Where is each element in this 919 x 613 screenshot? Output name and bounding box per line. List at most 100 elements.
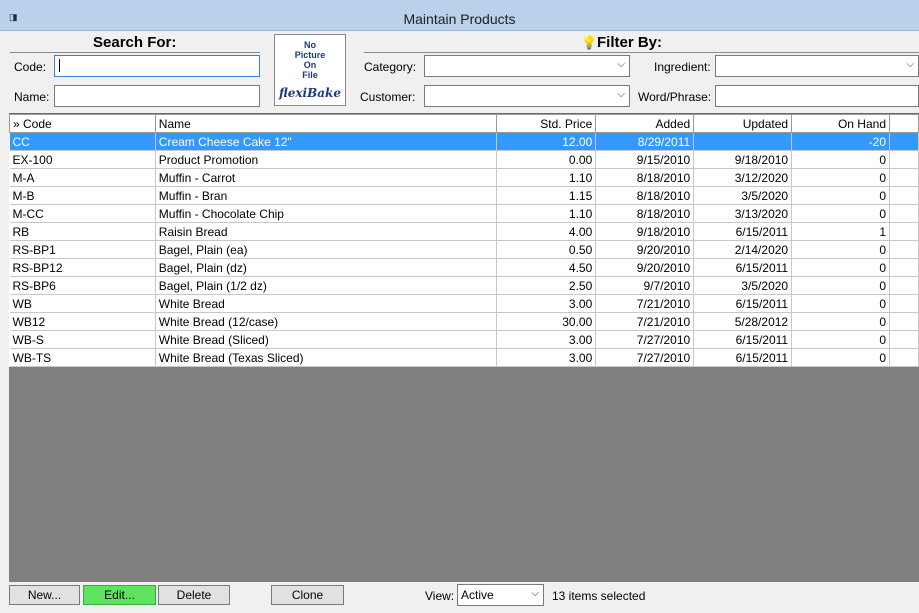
column-header-filler [889,114,919,133]
view-label: View: [425,589,455,603]
table-row[interactable]: RS-BP1 Bagel, Plain (ea) 0.50 9/20/2010 2/14… [9,240,919,259]
cell-filler [889,186,919,205]
product-picture[interactable]: No Picture On File flexiBake [274,34,346,106]
cell-std-price: 3.00 [496,294,597,313]
cell-updated: 3/5/2020 [693,186,793,205]
cell-code: M-B [9,186,156,205]
cell-updated: 5/28/2012 [693,312,793,331]
cell-std-price: 4.00 [496,222,597,241]
cell-updated: 6/15/2011 [693,222,793,241]
column-header-name[interactable]: Name [154,114,498,133]
cell-name: Cream Cheese Cake 12" [155,132,498,151]
table-row[interactable]: RB Raisin Bread 4.00 9/18/2010 6/15/2011 1 [9,222,919,241]
cell-name: Raisin Bread [155,222,498,241]
table-header: » Code Name Std. Price Added Updated On … [9,114,919,133]
code-label: Code: [14,60,47,74]
cell-std-price: 2.50 [496,276,597,295]
chevron-down-icon[interactable]: ⌵ [531,588,539,599]
cell-std-price: 1.10 [496,168,597,187]
cell-std-price: 30.00 [496,312,597,331]
cell-added: 7/27/2010 [595,330,695,349]
cell-code: RB [9,222,156,241]
cell-updated: 3/12/2020 [693,168,793,187]
chevron-down-icon[interactable]: ⌵ [617,59,625,70]
cell-updated: 6/15/2011 [693,258,793,277]
cell-code: M-CC [9,204,156,223]
name-label: Name: [14,90,50,104]
edit-button[interactable]: Edit... [83,585,156,605]
table-row[interactable]: WB-S White Bread (Sliced) 3.00 7/27/2010 6/1… [9,330,919,349]
cell-name: Muffin - Carrot [155,168,498,187]
column-header-std-price[interactable]: Std. Price [496,114,597,133]
cell-added: 9/18/2010 [595,222,695,241]
cell-added: 9/20/2010 [595,240,695,259]
name-input[interactable] [54,85,260,107]
cell-filler [889,150,919,169]
cell-code: WB [9,294,156,313]
cell-std-price: 0.00 [496,150,597,169]
customer-dropdown[interactable]: ⌵ [424,85,630,107]
cell-filler [889,348,919,367]
cell-on-hand: 0 [791,330,890,349]
table-row[interactable]: CC Cream Cheese Cake 12" 12.00 8/29/2011 -20 [9,132,919,151]
cell-code: WB-S [9,330,156,349]
code-input[interactable] [54,55,260,77]
cell-name: White Bread (12/case) [155,312,498,331]
table-row[interactable]: RS-BP12 Bagel, Plain (dz) 4.50 9/20/2010 6/1… [9,258,919,277]
cell-on-hand: 0 [791,276,890,295]
view-dropdown[interactable]: Active ⌵ [457,584,544,606]
products-grid[interactable]: » Code Name Std. Price Added Updated On … [9,113,919,582]
cell-name: White Bread (Sliced) [155,330,498,349]
flexibake-logo: flexiBake [279,86,341,100]
table-row[interactable]: WB White Bread 3.00 7/21/2010 6/15/2011 0 [9,294,919,313]
ingredient-label: Ingredient: [654,60,711,74]
cell-on-hand: 0 [791,186,890,205]
cell-std-price: 3.00 [496,330,597,349]
table-row[interactable]: M-A Muffin - Carrot 1.10 8/18/2010 3/12/2020… [9,168,919,187]
chevron-down-icon[interactable]: ⌵ [617,89,625,100]
chevron-down-icon[interactable]: ⌵ [906,59,914,70]
cell-added: 9/20/2010 [595,258,695,277]
table-row[interactable]: M-CC Muffin - Chocolate Chip 1.10 8/18/2010… [9,204,919,223]
column-header-code[interactable]: » Code [9,114,156,133]
ingredient-dropdown[interactable]: ⌵ [715,55,919,77]
cell-filler [889,294,919,313]
column-header-added[interactable]: Added [595,114,695,133]
table-row[interactable]: WB12 White Bread (12/case) 30.00 7/21/2010 5… [9,312,919,331]
delete-button[interactable]: Delete [158,585,230,605]
search-heading: Search For: [93,34,177,51]
cell-name: Bagel, Plain (dz) [155,258,498,277]
cell-filler [889,330,919,349]
category-label: Category: [364,60,417,74]
column-header-updated[interactable]: Updated [693,114,793,133]
category-dropdown[interactable]: ⌵ [424,55,630,77]
cell-filler [889,312,919,331]
cell-name: White Bread [155,294,498,313]
cell-on-hand: 1 [791,222,890,241]
cell-code: M-A [9,168,156,187]
cell-code: RS-BP1 [9,240,156,259]
cell-code: RS-BP12 [9,258,156,277]
word-phrase-input[interactable] [715,85,919,107]
clone-button[interactable]: Clone [271,585,344,605]
table-row[interactable]: WB-TS White Bread (Texas Sliced) 3.00 7/27/… [9,348,919,367]
table-body: CC Cream Cheese Cake 12" 12.00 8/29/2011 -20… [9,132,919,367]
cell-added: 7/27/2010 [595,348,695,367]
table-row[interactable]: M-B Muffin - Bran 1.15 8/18/2010 3/5/2020 0 [9,186,919,205]
cell-added: 8/18/2010 [595,204,695,223]
cell-name: Muffin - Bran [155,186,498,205]
cell-on-hand: 0 [791,348,890,367]
picture-line-1: No [304,40,316,50]
cell-on-hand: 0 [791,150,890,169]
table-row[interactable]: EX-100 Product Promotion 0.00 9/15/2010 9/18… [9,150,919,169]
cell-on-hand: 0 [791,312,890,331]
selection-status: 13 items selected [552,589,646,603]
cell-name: White Bread (Texas Sliced) [155,348,498,367]
search-divider [10,52,260,53]
cell-added: 8/29/2011 [595,132,695,151]
picture-line-2: Picture [294,50,326,60]
column-header-on-hand[interactable]: On Hand [791,114,890,133]
cell-on-hand: 0 [791,204,890,223]
new-button[interactable]: New... [9,585,80,605]
table-row[interactable]: RS-BP6 Bagel, Plain (1/2 dz) 2.50 9/7/2010 3… [9,276,919,295]
